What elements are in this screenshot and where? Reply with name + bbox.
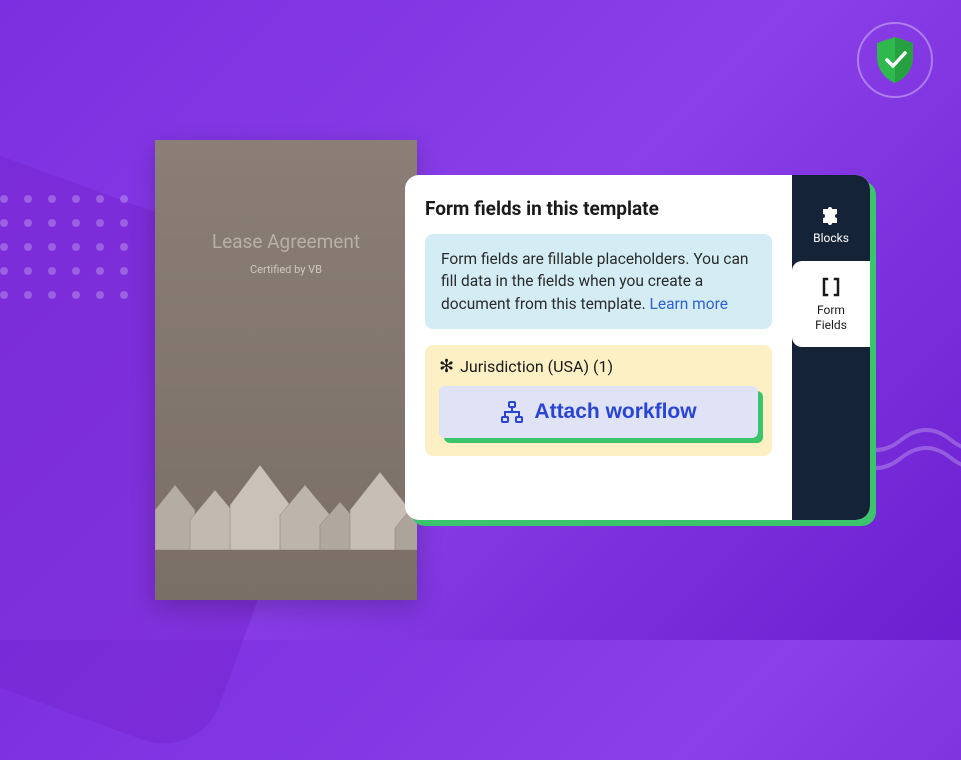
- panel-title: Form fields in this template: [425, 197, 772, 220]
- panel-sidebar: Blocks Form Fields: [792, 175, 870, 520]
- security-badge: [857, 22, 933, 98]
- dot-grid-decoration: [0, 195, 128, 299]
- document-certified: Certified by VB: [155, 263, 417, 276]
- document-title: Lease Agreement: [155, 230, 417, 253]
- houses-illustration: [155, 410, 417, 550]
- asterisk-icon: ✻: [439, 358, 454, 376]
- attach-workflow-button[interactable]: Attach workflow: [439, 386, 758, 438]
- tab-blocks[interactable]: Blocks: [792, 193, 870, 255]
- tab-form-fields[interactable]: Form Fields: [792, 261, 870, 347]
- info-box: Form fields are fillable placeholders. Y…: [425, 234, 772, 329]
- shield-icon: [873, 35, 917, 85]
- workflow-icon: [500, 400, 524, 424]
- form-fields-panel: Form fields in this template Form fields…: [405, 175, 870, 520]
- brackets-icon: [819, 275, 843, 299]
- puzzle-icon: [819, 203, 843, 227]
- field-label: ✻ Jurisdiction (USA) (1): [439, 357, 758, 376]
- learn-more-link[interactable]: Learn more: [650, 295, 728, 313]
- field-item: ✻ Jurisdiction (USA) (1) Attach workflow: [425, 345, 772, 456]
- document-preview: Lease Agreement Certified by VB: [155, 140, 417, 600]
